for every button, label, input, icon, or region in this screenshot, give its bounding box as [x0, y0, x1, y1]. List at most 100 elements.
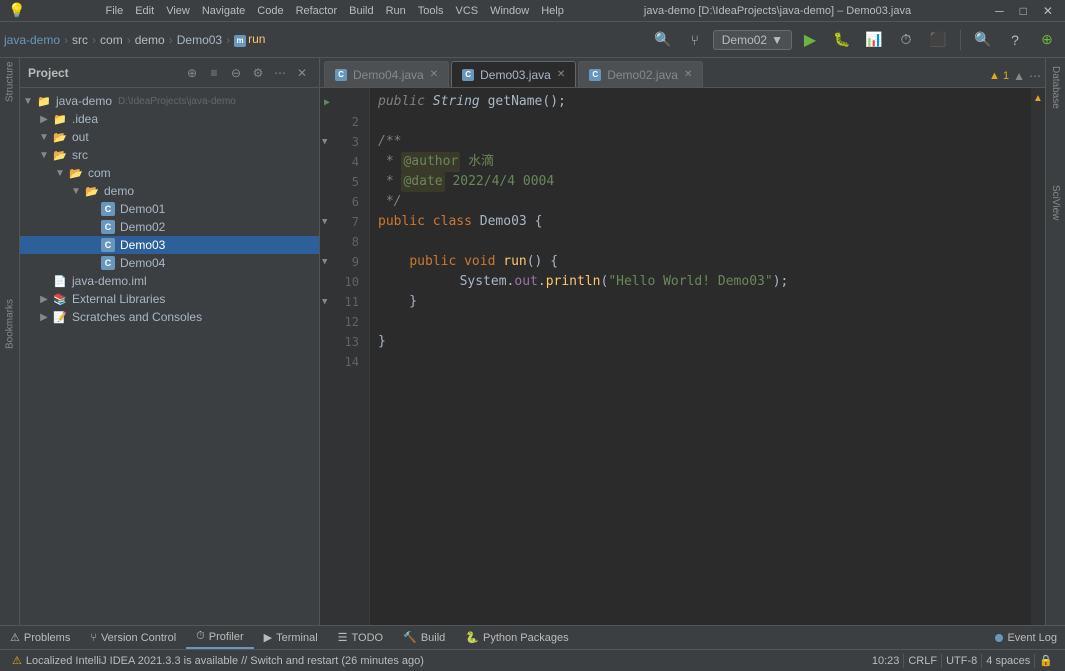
find-btn[interactable]: 🔍: [969, 26, 997, 54]
window-controls[interactable]: ─ □ ✕: [991, 4, 1057, 18]
title-bar-left: 💡: [8, 2, 25, 19]
close-btn[interactable]: ✕: [1039, 4, 1057, 18]
status-message[interactable]: ⚠ Localized IntelliJ IDEA 2021.3.3 is av…: [8, 650, 428, 671]
tree-item-idea[interactable]: ▶ 📁 .idea: [20, 110, 319, 128]
tree-item-demo02[interactable]: ▶ C Demo02: [20, 218, 319, 236]
menu-tools[interactable]: Tools: [418, 5, 444, 17]
expand-icon[interactable]: ▲: [1013, 69, 1025, 83]
breadcrumb-src[interactable]: src: [72, 33, 88, 47]
tab-profiler[interactable]: ⏱ Profiler: [186, 626, 253, 649]
sidebar-new-btn[interactable]: ⊕: [183, 64, 201, 82]
tab-demo03[interactable]: C Demo03.java ✕: [451, 61, 576, 87]
status-message-text: Localized IntelliJ IDEA 2021.3.3 is avai…: [26, 655, 424, 667]
line-num-5: 5: [320, 172, 369, 192]
menu-refactor[interactable]: Refactor: [296, 5, 338, 17]
tab-demo03-icon: C: [462, 69, 474, 81]
sidebar-more-btn[interactable]: ⋯: [271, 64, 289, 82]
line-num-11: 11 ▼: [320, 292, 369, 312]
tab-demo04[interactable]: C Demo04.java ✕: [324, 61, 449, 87]
cursor-position[interactable]: 10:23: [868, 655, 904, 667]
breadcrumb-com[interactable]: com: [100, 33, 123, 47]
tree-item-demo04[interactable]: ▶ C Demo04: [20, 254, 319, 272]
menu-file[interactable]: File: [105, 5, 123, 17]
tree-item-demo01[interactable]: ▶ C Demo01: [20, 200, 319, 218]
menu-window[interactable]: Window: [490, 5, 529, 17]
menu-bar-inline: File Edit View Navigate Code Refactor Bu…: [105, 5, 563, 17]
tab-demo03-close[interactable]: ✕: [557, 69, 565, 80]
sidebar-hide-btn[interactable]: ✕: [293, 64, 311, 82]
encoding-indicator[interactable]: UTF-8: [942, 655, 981, 667]
debug-btn[interactable]: 🐛: [828, 26, 856, 54]
structure-panel-toggle[interactable]: Structure: [1, 62, 19, 102]
tab-demo02[interactable]: C Demo02.java ✕: [578, 61, 703, 87]
maximize-btn[interactable]: □: [1016, 4, 1031, 18]
lightbulb-icon[interactable]: 💡: [370, 272, 373, 292]
breadcrumb-method[interactable]: mrun: [234, 32, 265, 47]
tab-demo04-close[interactable]: ✕: [430, 69, 438, 80]
more-tabs-icon[interactable]: ⋯: [1029, 69, 1041, 83]
tab-build[interactable]: 🔨 Build: [393, 626, 455, 649]
tab-problems[interactable]: ⚠ Problems: [0, 626, 80, 649]
tab-version-control[interactable]: ⑂ Version Control: [80, 626, 186, 649]
profile-btn[interactable]: ⏱: [892, 26, 920, 54]
sidebar-collapse-all-btn[interactable]: ⊖: [227, 64, 245, 82]
bookmarks-panel-toggle[interactable]: Bookmarks: [1, 304, 19, 344]
gutter-warning[interactable]: ▲: [1031, 88, 1045, 108]
menu-vcs[interactable]: VCS: [455, 5, 478, 17]
breadcrumb-project[interactable]: java-demo: [4, 33, 60, 47]
run-with-coverage-btn[interactable]: 📊: [860, 26, 888, 54]
code-editor[interactable]: ▶ 2 3 ▼ 4 5 6 7 ▼ 8 9: [320, 88, 1045, 625]
run-config-dropdown-icon[interactable]: ▼: [771, 33, 783, 47]
tree-item-com[interactable]: ▼ 📂 com: [20, 164, 319, 182]
ext-libs-icon: 📚: [52, 291, 68, 307]
breadcrumb-demo[interactable]: demo: [135, 33, 165, 47]
menu-view[interactable]: View: [166, 5, 190, 17]
tab-demo02-close[interactable]: ✕: [684, 69, 692, 80]
stop-btn[interactable]: ⬛: [924, 26, 952, 54]
tree-item-src[interactable]: ▼ 📂 src: [20, 146, 319, 164]
run-config-selector[interactable]: Demo02 ▼: [713, 30, 792, 50]
help-btn[interactable]: ?: [1001, 26, 1029, 54]
tree-item-iml[interactable]: ▶ 📄 java-demo.iml: [20, 272, 319, 290]
event-dot: [995, 634, 1003, 642]
tab-demo02-icon: C: [589, 69, 601, 81]
code-content[interactable]: public String getName(); /** * @author 水…: [370, 88, 1031, 625]
sciview-panel-toggle[interactable]: SciView: [1048, 181, 1063, 224]
indent-indicator[interactable]: 4 spaces: [982, 655, 1034, 667]
tree-item-demo03[interactable]: ▶ C Demo03: [20, 236, 319, 254]
menu-navigate[interactable]: Navigate: [202, 5, 245, 17]
tab-terminal[interactable]: ▶ Terminal: [254, 626, 328, 649]
tree-item-demo[interactable]: ▼ 📂 demo: [20, 182, 319, 200]
tab-todo[interactable]: ☰ TODO: [328, 626, 393, 649]
vcs-lock-btn[interactable]: 🔒: [1035, 654, 1057, 667]
indent-text: 4 spaces: [986, 655, 1030, 667]
sidebar-settings-btn[interactable]: ⚙: [249, 64, 267, 82]
tree-item-out[interactable]: ▼ 📂 out: [20, 128, 319, 146]
tab-demo02-label: Demo02.java: [607, 68, 678, 82]
warning-badge[interactable]: ▲ 1: [989, 70, 1009, 82]
line-num-6: 6: [320, 192, 369, 212]
tree-item-scratches[interactable]: ▶ 📝 Scratches and Consoles: [20, 308, 319, 326]
event-log-btn[interactable]: Event Log: [1007, 632, 1057, 644]
gutter-scroll[interactable]: [1031, 108, 1045, 625]
breadcrumb-class[interactable]: Demo03: [177, 33, 222, 47]
menu-help[interactable]: Help: [541, 5, 564, 17]
sidebar-scroll-to-btn[interactable]: ≡: [205, 64, 223, 82]
problems-label: Problems: [24, 632, 70, 644]
tree-item-root[interactable]: ▼ 📁 java-demo D:\IdeaProjects\java-demo: [20, 92, 319, 110]
tree-item-ext-libs[interactable]: ▶ 📚 External Libraries: [20, 290, 319, 308]
line-numbers: ▶ 2 3 ▼ 4 5 6 7 ▼ 8 9: [320, 88, 370, 625]
menu-build[interactable]: Build: [349, 5, 373, 17]
line-separator[interactable]: CRLF: [904, 655, 941, 667]
menu-edit[interactable]: Edit: [135, 5, 154, 17]
vcs-btn[interactable]: ⑂: [681, 26, 709, 54]
tab-python-packages[interactable]: 🐍 Python Packages: [455, 626, 578, 649]
menu-code[interactable]: Code: [257, 5, 283, 17]
menu-run[interactable]: Run: [386, 5, 406, 17]
settings-btn[interactable]: ⊕: [1033, 26, 1061, 54]
code-line-10: 💡 System.out.println("Hello World! Demo0…: [378, 272, 1031, 292]
run-button[interactable]: ▶: [796, 26, 824, 54]
search-everywhere-btn[interactable]: 🔍: [649, 26, 677, 54]
minimize-btn[interactable]: ─: [991, 4, 1008, 18]
database-panel-toggle[interactable]: Database: [1048, 62, 1063, 113]
